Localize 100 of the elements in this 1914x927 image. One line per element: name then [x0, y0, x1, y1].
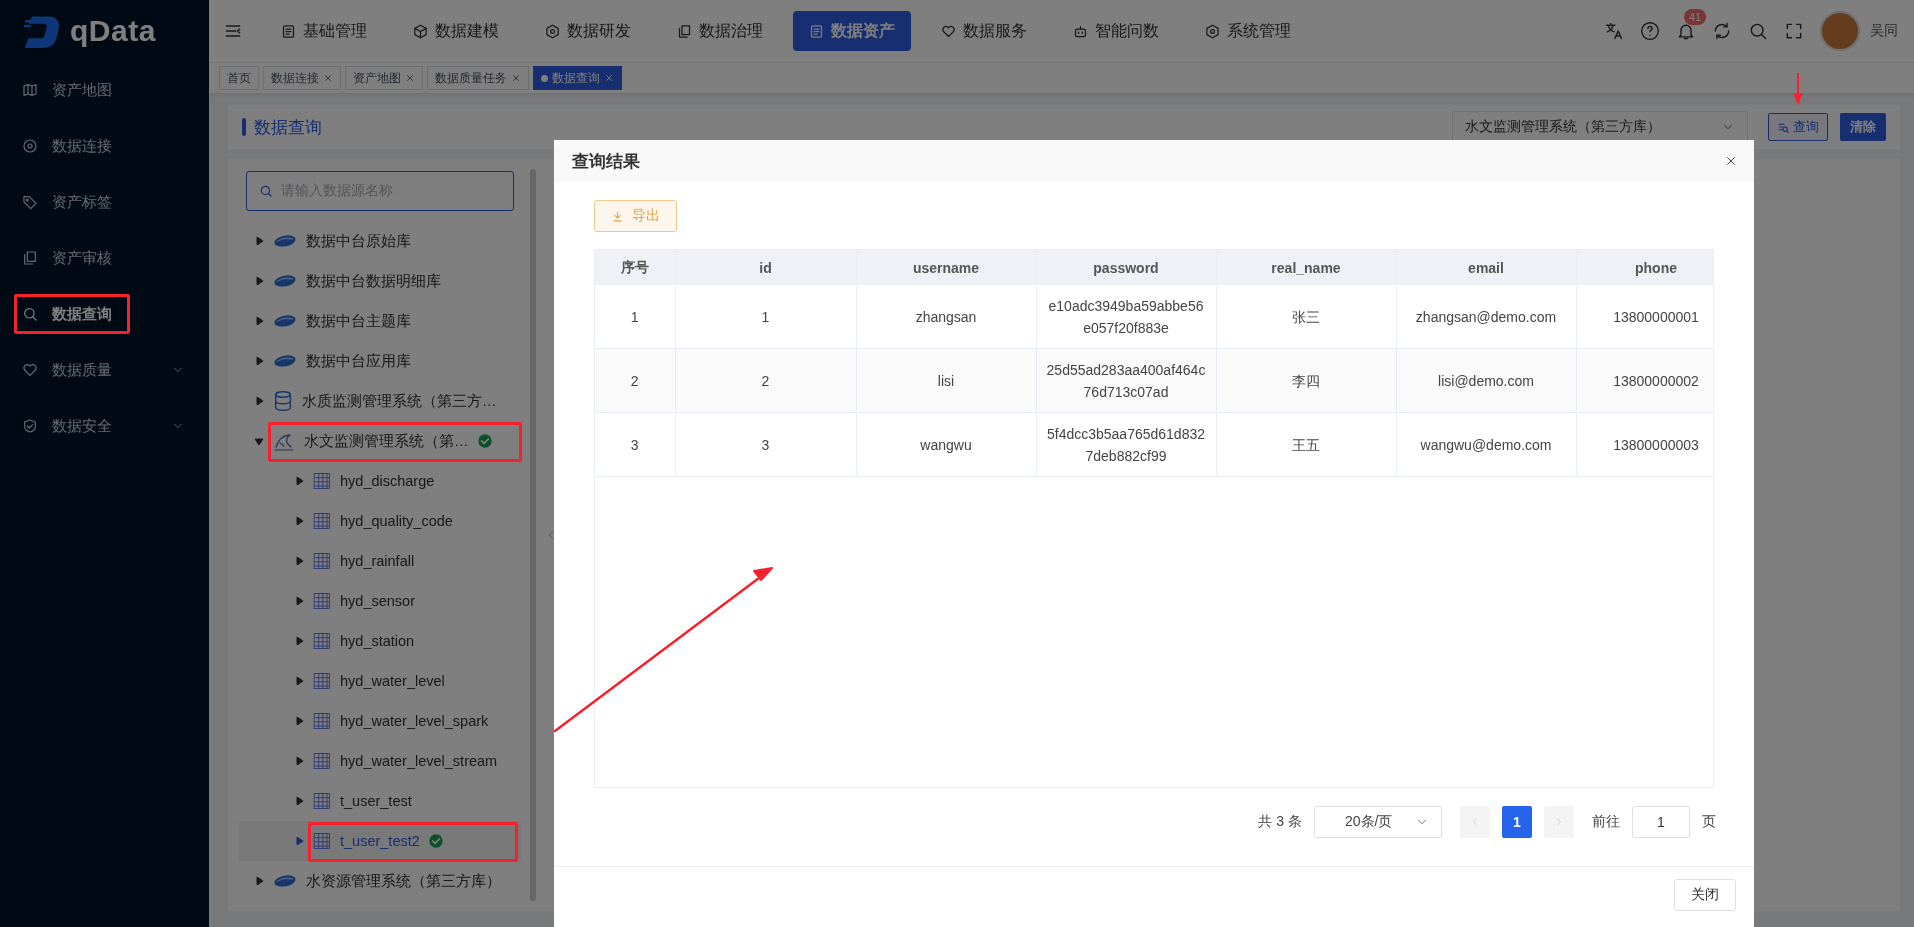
tree-node[interactable]: 数据中台数据明细库 — [238, 261, 522, 301]
table-cell: zhangsan — [856, 285, 1036, 349]
item-label: 数据连接 — [52, 136, 112, 156]
close-button[interactable]: 关闭 — [1674, 879, 1736, 911]
table-icon — [312, 831, 332, 851]
column-header: 序号 — [595, 250, 675, 285]
sidebar-item[interactable]: 数据质量 — [0, 342, 209, 398]
nav-icon — [941, 23, 956, 39]
item-label: 资产审核 — [52, 248, 112, 268]
sidebar-item[interactable]: 数据连接 — [0, 118, 209, 174]
tab-label: 资产地图 — [353, 69, 401, 87]
nav-tab[interactable]: 数据服务 — [925, 11, 1043, 51]
search-icon[interactable] — [1748, 21, 1768, 41]
table-cell: lisi@demo.com — [1396, 348, 1576, 413]
node-label: hyd_water_level — [340, 673, 445, 689]
tree-node[interactable]: 水资源管理系统（第三方库） — [238, 861, 522, 901]
node-label: hyd_water_level_spark — [340, 713, 489, 729]
page-tab[interactable]: 数据查询 — [533, 66, 622, 90]
node-label: 水文监测管理系统（第… — [304, 431, 469, 451]
page-suffix: 页 — [1702, 813, 1716, 831]
nav-tab[interactable]: 系统管理 — [1189, 11, 1307, 51]
title-accent — [242, 118, 246, 136]
clear-button[interactable]: 清除 — [1840, 113, 1886, 141]
sidebar-item[interactable]: 资产审核 — [0, 230, 209, 286]
page-tab[interactable]: 数据质量任务 — [427, 66, 529, 90]
page-tab[interactable]: 首页 — [219, 66, 259, 90]
nav-tab[interactable]: 数据资产 — [793, 11, 911, 51]
tree-node[interactable]: hyd_water_level — [238, 661, 522, 701]
caret-icon — [294, 836, 304, 846]
tree-node[interactable]: hyd_station — [238, 621, 522, 661]
node-label: 数据中台应用库 — [306, 351, 411, 371]
caret-icon — [294, 796, 304, 806]
tree-node[interactable]: hyd_water_level_spark — [238, 701, 522, 741]
table-icon — [312, 471, 332, 491]
avatar[interactable] — [1820, 11, 1860, 51]
dialog-title: 查询结果 — [572, 150, 640, 173]
table-cell: 13800000003 — [1576, 412, 1713, 477]
table-icon — [312, 551, 332, 571]
page-number[interactable]: 1 — [1502, 806, 1532, 838]
node-label: 数据中台原始库 — [306, 231, 411, 251]
nav-icon — [545, 23, 560, 39]
tree-node[interactable]: hyd_rainfall — [238, 541, 522, 581]
tab-label: 数据查询 — [552, 69, 600, 87]
column-header: real_name — [1216, 250, 1396, 285]
table-icon — [312, 711, 332, 731]
table-cell: wangwu — [856, 412, 1036, 477]
column-header: email — [1396, 250, 1576, 285]
page-input[interactable]: 1 — [1632, 806, 1690, 838]
logo-icon — [24, 14, 62, 48]
tree-node[interactable]: 水质监测管理系统（第三方… — [238, 381, 522, 421]
table-icon — [312, 631, 332, 651]
nav-icon — [1205, 23, 1220, 39]
node-label: hyd_water_level_stream — [340, 753, 498, 769]
sidebar-item[interactable]: 资产地图 — [0, 62, 209, 118]
column-header: username — [856, 250, 1036, 285]
page-tab[interactable]: 资产地图 — [345, 66, 423, 90]
total-count: 共 3 条 — [1258, 813, 1302, 831]
sidebar-item[interactable]: 数据查询 — [0, 286, 209, 342]
nav-tab[interactable]: 数据治理 — [661, 11, 779, 51]
active-dot — [541, 74, 548, 82]
table-cell: 25d55ad283aa400af464c76d713c07ad — [1036, 348, 1216, 413]
tree-node[interactable]: 数据中台应用库 — [238, 341, 522, 381]
node-label: hyd_rainfall — [340, 553, 415, 569]
tree-node[interactable]: 数据中台主题库 — [238, 301, 522, 341]
fullscreen-icon[interactable] — [1784, 21, 1804, 41]
cloud-database-icon — [272, 872, 298, 890]
nav-icon — [413, 23, 428, 39]
nav-icon — [281, 23, 296, 39]
help-icon[interactable] — [1640, 21, 1660, 41]
column-header: password — [1036, 250, 1216, 285]
tree-node[interactable]: t_user_test — [238, 781, 522, 821]
refresh-icon[interactable] — [1712, 21, 1732, 41]
sidebar-item[interactable]: 资产标签 — [0, 174, 209, 230]
nav-tab[interactable]: 数据研发 — [529, 11, 647, 51]
nav-tab[interactable]: 数据建模 — [397, 11, 515, 51]
tree-node[interactable]: hyd_water_level_stream — [238, 741, 522, 781]
cloud-database-icon — [272, 352, 298, 370]
node-label: t_user_test2 — [340, 833, 420, 849]
tree-node[interactable]: hyd_sensor — [238, 581, 522, 621]
table-cell: 张三 — [1216, 285, 1396, 349]
table-icon — [312, 671, 332, 691]
sidebar-item[interactable]: 数据安全 — [0, 398, 209, 454]
tree-node[interactable]: 水文监测管理系统（第… — [238, 421, 522, 461]
tree-node[interactable]: hyd_quality_code — [238, 501, 522, 541]
page-tab[interactable]: 数据连接 — [263, 66, 341, 90]
node-label: hyd_sensor — [340, 593, 415, 609]
tab-label: 首页 — [227, 69, 251, 87]
close-icon[interactable] — [1724, 154, 1738, 168]
tree-node[interactable]: 数据中台原始库 — [238, 221, 522, 261]
scrollbar[interactable] — [530, 169, 536, 901]
nav-tab[interactable]: 基础管理 — [265, 11, 383, 51]
column-header: id — [675, 250, 856, 285]
page-size-select[interactable]: 20条/页 — [1314, 806, 1442, 838]
query-button[interactable]: 查询 — [1768, 113, 1828, 141]
nav-tab[interactable]: 智能问数 — [1057, 11, 1175, 51]
caret-icon — [294, 636, 304, 646]
node-label: 水质监测管理系统（第三方… — [302, 391, 497, 411]
tree-node[interactable]: t_user_test2 — [238, 821, 522, 861]
translate-icon[interactable] — [1604, 21, 1624, 41]
tree-node[interactable]: hyd_discharge — [238, 461, 522, 501]
